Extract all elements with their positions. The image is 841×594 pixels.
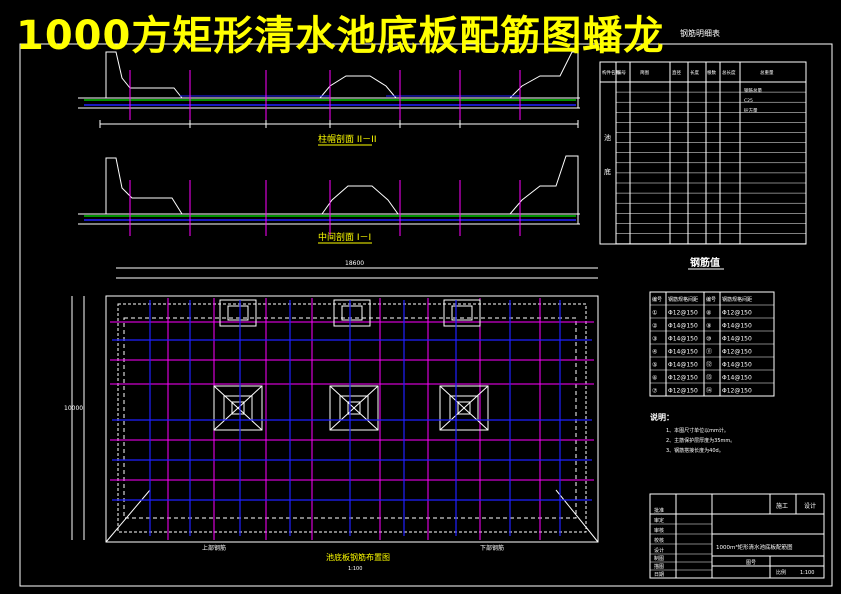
table-header-cell: 根数 xyxy=(707,69,716,76)
value-table-cell: ② xyxy=(652,322,658,329)
note-2: 2、主筋保护层厚度为35mm。 xyxy=(666,437,735,444)
value-table-cell: Φ12@150 xyxy=(668,374,698,381)
value-table-cell: Φ14@150 xyxy=(722,374,752,381)
title-block-scale-label: 比例 xyxy=(776,569,786,576)
table-header-cell: 直径 xyxy=(672,69,681,76)
rebar-detail-table: 钢筋明细表 构件名称编号 简图 直径 长度 根数 总长度 总重量池底钢筋总量C25砼方量 xyxy=(599,28,807,245)
title-block-row-6: 制图 xyxy=(654,555,664,562)
section-i: 中间剖面 I－I xyxy=(78,155,580,244)
notes-heading: 说明： xyxy=(650,412,674,422)
title-block-row-3: 审核 xyxy=(654,527,664,534)
value-table-cell: Φ14@150 xyxy=(722,322,752,329)
value-table-cell: Φ12@150 xyxy=(722,387,752,394)
value-table-cell: ⑤ xyxy=(652,361,657,368)
value-table-cell: ③ xyxy=(652,335,657,342)
title-block-row-4: 校核 xyxy=(654,537,664,544)
value-table-cell: Φ14@150 xyxy=(668,335,698,342)
value-table-cell: Φ14@150 xyxy=(722,335,752,342)
title-block-stage-2: 设计 xyxy=(804,502,816,510)
value-table-cell: Φ14@150 xyxy=(722,361,752,368)
value-table-header: 钢筋规格间距 xyxy=(668,296,698,303)
plan-scale: 1:100 xyxy=(348,566,362,572)
title-block-sheet-label: 图号 xyxy=(746,560,756,566)
value-table-cell: Φ14@150 xyxy=(668,322,698,329)
value-table-cell: ⑫ xyxy=(706,360,712,368)
notes: 说明： 1、本图尺寸单位以mm计。 2、主筋保护层厚度为35mm。 3、钢筋搭接… xyxy=(650,412,735,454)
table-note: 砼方量 xyxy=(744,107,758,114)
value-table-cell: ⑩ xyxy=(706,335,711,342)
value-table-header: 钢筋规格间距 xyxy=(722,296,752,303)
value-table-cell: ⑬ xyxy=(706,373,712,381)
table-header-cell: 简图 xyxy=(640,69,649,76)
value-table-cell: ⑪ xyxy=(706,347,712,355)
plan-top-overall-dim: 18600 xyxy=(345,260,364,267)
value-table-cell: Φ12@150 xyxy=(668,309,698,316)
rebar-value-table: 钢筋值 编号 钢筋规格间距 编号 钢筋规格间距① Φ12@150 ⑧ Φ12@150② Φ14… xyxy=(649,256,775,397)
value-table-cell: ⑨ xyxy=(706,322,711,329)
table-header-cell: 总长度 xyxy=(722,69,736,76)
title-block-ratio: 1:100 xyxy=(800,570,814,576)
note-1: 1、本图尺寸单位以mm计。 xyxy=(666,427,729,434)
table-header-cell: 长度 xyxy=(690,69,699,76)
value-table-cell: ⑦ xyxy=(652,387,658,394)
table-note: C25 xyxy=(744,98,753,104)
value-table-cell: Φ12@150 xyxy=(722,309,752,316)
table-member-name: 池 xyxy=(604,133,611,142)
plan-left-corner-label: 上部钢筋 xyxy=(202,544,226,552)
drawing-title: 1000方矩形清水池底板配筋图蟠龙 xyxy=(16,13,665,59)
section-i-label: 中间剖面 I－I xyxy=(318,231,371,243)
value-table-cell: ⑧ xyxy=(706,309,711,316)
title-block-row-2: 审定 xyxy=(654,517,664,524)
plan-label: 池底板钢筋布置图 xyxy=(326,552,390,562)
value-table-header: 编号 xyxy=(652,296,662,303)
cad-drawing: 柱帽剖面 II－II 中间剖面 I－I 18600 10000 上部钢筋 下部钢… xyxy=(19,28,833,587)
value-table-cell: ① xyxy=(652,309,657,316)
title-block-row-5: 设计 xyxy=(654,547,664,554)
value-table-cell: ⑥ xyxy=(652,374,657,381)
value-table-cell: Φ12@150 xyxy=(722,348,752,355)
section-ii: 柱帽剖面 II－II xyxy=(78,51,580,146)
plan-view: 18600 10000 上部钢筋 下部钢筋 池底板钢筋布置图 1:100 xyxy=(64,260,599,572)
title-block-stage-1: 施工 xyxy=(776,502,788,510)
title-block-drawing-name: 1000m³矩形清水池底板配筋图 xyxy=(716,543,793,551)
value-table-cell: ④ xyxy=(652,348,657,355)
table-header-cell: 总重量 xyxy=(760,69,774,76)
rebar-value-title: 钢筋值 xyxy=(690,256,720,269)
value-table-cell: Φ14@150 xyxy=(668,361,698,368)
value-table-cell: Φ14@150 xyxy=(668,348,698,355)
title-block-row-8: 日期 xyxy=(654,572,664,578)
value-table-cell: ⑭ xyxy=(706,386,712,394)
rebar-table-title: 钢筋明细表 xyxy=(680,28,720,38)
rebar-value-rows: 编号 钢筋规格间距 编号 钢筋规格间距① Φ12@150 ⑧ Φ12@150② Φ14@150… xyxy=(650,296,774,394)
value-table-cell: Φ12@150 xyxy=(668,387,698,394)
value-table-header: 编号 xyxy=(706,296,716,303)
title-block-row-7: 描图 xyxy=(654,563,664,570)
note-3: 3、钢筋搭接长度为40d。 xyxy=(666,447,724,454)
title-block-row-1: 批准 xyxy=(654,507,664,514)
table-member-name: 底 xyxy=(604,167,611,176)
title-block: 施工 设计 批准 审定 审核 校核 设计 制图 描图 日期 1000m³矩形清水… xyxy=(649,493,825,579)
plan-left-overall-dim: 10000 xyxy=(64,405,83,412)
table-header-cell: 编号 xyxy=(617,69,626,76)
plan-right-corner-label: 下部钢筋 xyxy=(480,544,504,552)
table-note: 钢筋总量 xyxy=(744,87,762,94)
section-ii-label: 柱帽剖面 II－II xyxy=(318,133,376,145)
